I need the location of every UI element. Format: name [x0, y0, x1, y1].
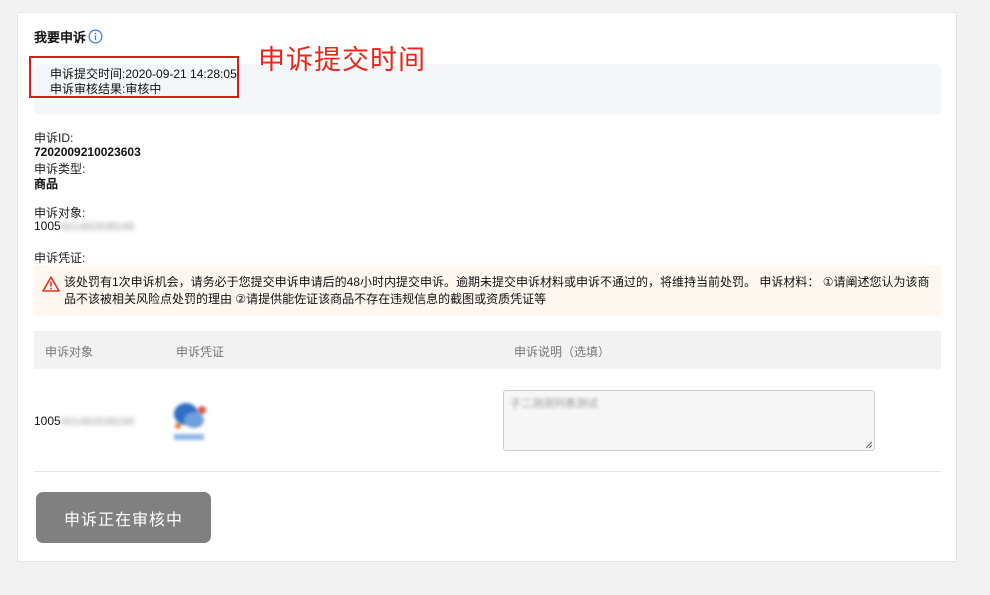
appeal-status-button[interactable]: 申诉正在审核中 [36, 492, 211, 543]
appeal-id-value: 7202009210023603 [34, 145, 141, 159]
appeal-type-value: 商品 [34, 177, 59, 191]
column-header-description: 申诉说明（选填） [514, 345, 611, 359]
row-target-prefix: 1005 [34, 414, 61, 428]
table-header: 申诉对象 申诉凭证 申诉说明（选填） [34, 331, 941, 369]
column-header-target: 申诉对象 [45, 345, 94, 359]
warning-icon [42, 276, 60, 292]
warning-box: 该处罚有1次申诉机会，请务必于您提交申诉申请后的48小时内提交申诉。逾期未提交申… [34, 265, 941, 316]
column-header-evidence: 申诉凭证 [176, 345, 225, 359]
appeal-target-prefix: 1005 [34, 219, 61, 233]
appeal-evidence-label: 申诉凭证: [34, 251, 86, 265]
page-title-text: 我要申诉 [34, 30, 87, 45]
appeal-target-value: 1005001482638248 [34, 219, 134, 233]
annotation-highlight-box [29, 56, 239, 98]
page-title: 我要申诉 [34, 27, 103, 46]
row-target-blurred: 001482638248 [60, 416, 135, 428]
description-text: 子二测测列表测试 [510, 398, 598, 410]
description-textarea[interactable]: 子二测测列表测试 [503, 390, 875, 451]
annotation-label: 申诉提交时间 [258, 45, 426, 75]
appeal-id-label: 申诉ID: [34, 131, 74, 145]
appeal-target-blurred: 001482638248 [60, 221, 135, 233]
resize-grip-icon[interactable] [865, 441, 873, 449]
evidence-thumbnail[interactable] [166, 396, 218, 446]
row-target-value: 1005001482638248 [34, 414, 134, 428]
divider [34, 471, 941, 472]
info-icon[interactable] [88, 29, 103, 44]
warning-text: 该处罚有1次申诉机会，请务必于您提交申诉申请后的48小时内提交申诉。逾期未提交申… [64, 275, 930, 306]
